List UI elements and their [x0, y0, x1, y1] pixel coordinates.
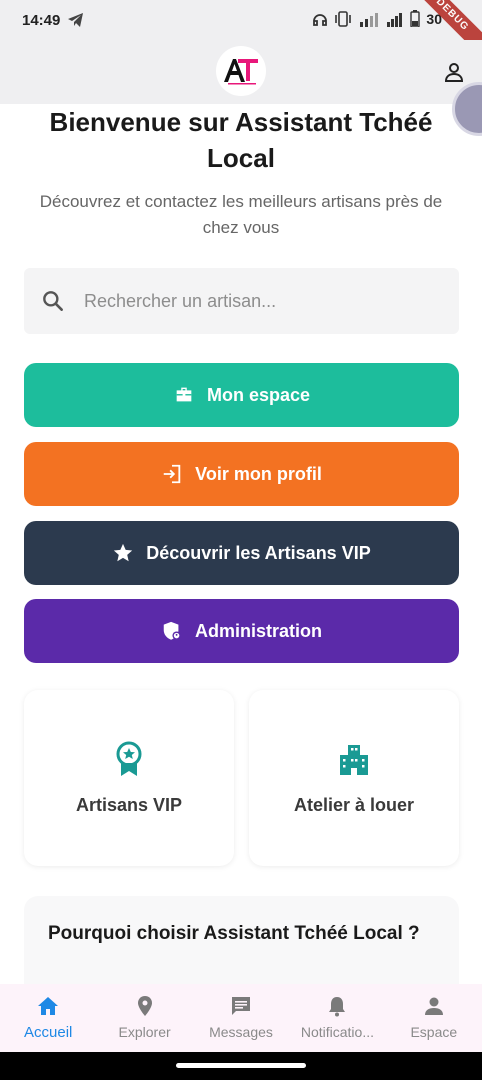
star-icon: [114, 543, 133, 562]
administration-label: Administration: [194, 620, 322, 641]
bottom-navigation: Accueil Explorer Messages Notificatio...…: [0, 984, 482, 1052]
account-icon[interactable]: [442, 60, 466, 84]
system-navigation-bar: [0, 1052, 482, 1080]
workshop-rent-label: Atelier à louer: [293, 794, 415, 815]
logo-mark: [224, 59, 258, 85]
my-space-label: Mon espace: [206, 384, 311, 405]
vibrate-icon: [335, 10, 352, 27]
view-profile-button[interactable]: Voir mon profil: [24, 442, 459, 506]
signal-icon: [387, 12, 403, 27]
page-title: Bienvenue sur Assistant Tchéé Local: [49, 107, 433, 173]
battery-icon: [410, 10, 421, 27]
view-profile-label: Voir mon profil: [195, 463, 322, 484]
why-choose-section: Pourquoi choisir Assistant Tchéé Local ?: [24, 896, 459, 984]
nav-label-notifications: Notificatio...: [300, 1024, 374, 1040]
briefcase-icon: [176, 387, 192, 402]
telegram-icon: [68, 13, 84, 27]
app-bar: [0, 40, 482, 104]
nav-label-space: Espace: [410, 1024, 458, 1040]
workshop-rent-card[interactable]: Atelier à louer: [249, 690, 459, 866]
nav-item-notifications[interactable]: Notificatio...: [289, 984, 385, 1052]
vip-artisans-label: Artisans VIP: [75, 794, 183, 815]
bell-icon: [329, 997, 346, 1017]
person-icon: [424, 997, 443, 1015]
administration-button[interactable]: Administration: [24, 599, 459, 663]
building-icon: [340, 744, 368, 775]
discover-vip-button[interactable]: Découvrir les Artisans VIP: [24, 521, 459, 585]
location-pin-icon: [137, 996, 152, 1016]
home-icon: [38, 997, 59, 1015]
headphones-icon: [313, 13, 328, 26]
search-icon: [43, 291, 63, 311]
status-icons: 30: [312, 10, 442, 27]
award-icon: [116, 741, 142, 776]
my-space-button[interactable]: Mon espace: [24, 363, 459, 427]
status-bar: 14:49 30 DEBUG: [0, 0, 482, 64]
signal-4g-icon: [360, 12, 379, 27]
nav-label-home: Accueil: [24, 1024, 73, 1041]
nav-label-messages: Messages: [209, 1024, 273, 1040]
nav-item-messages[interactable]: Messages: [193, 984, 289, 1052]
nav-item-space[interactable]: Espace: [386, 984, 482, 1052]
nav-item-home[interactable]: Accueil: [0, 984, 96, 1052]
main-content: Bienvenue sur Assistant Tchéé Local Déco…: [0, 104, 482, 984]
admin-shield-icon: [163, 621, 181, 640]
vip-artisans-card[interactable]: Artisans VIP: [24, 690, 234, 866]
page-subtitle: Découvrez et contactez les meilleurs art…: [39, 192, 443, 237]
nav-label-explore: Explorer: [118, 1024, 171, 1040]
login-icon: [163, 464, 181, 484]
status-time: 14:49: [22, 11, 61, 29]
app-logo[interactable]: [216, 46, 266, 96]
why-choose-title: Pourquoi choisir Assistant Tchéé Local ?: [48, 923, 420, 944]
discover-vip-label: Découvrir les Artisans VIP: [146, 542, 371, 563]
nav-item-explore[interactable]: Explorer: [96, 984, 192, 1052]
search-input[interactable]: [84, 290, 424, 312]
home-gesture-pill[interactable]: [176, 1063, 306, 1068]
search-bar[interactable]: [24, 268, 459, 334]
message-icon: [232, 997, 251, 1015]
